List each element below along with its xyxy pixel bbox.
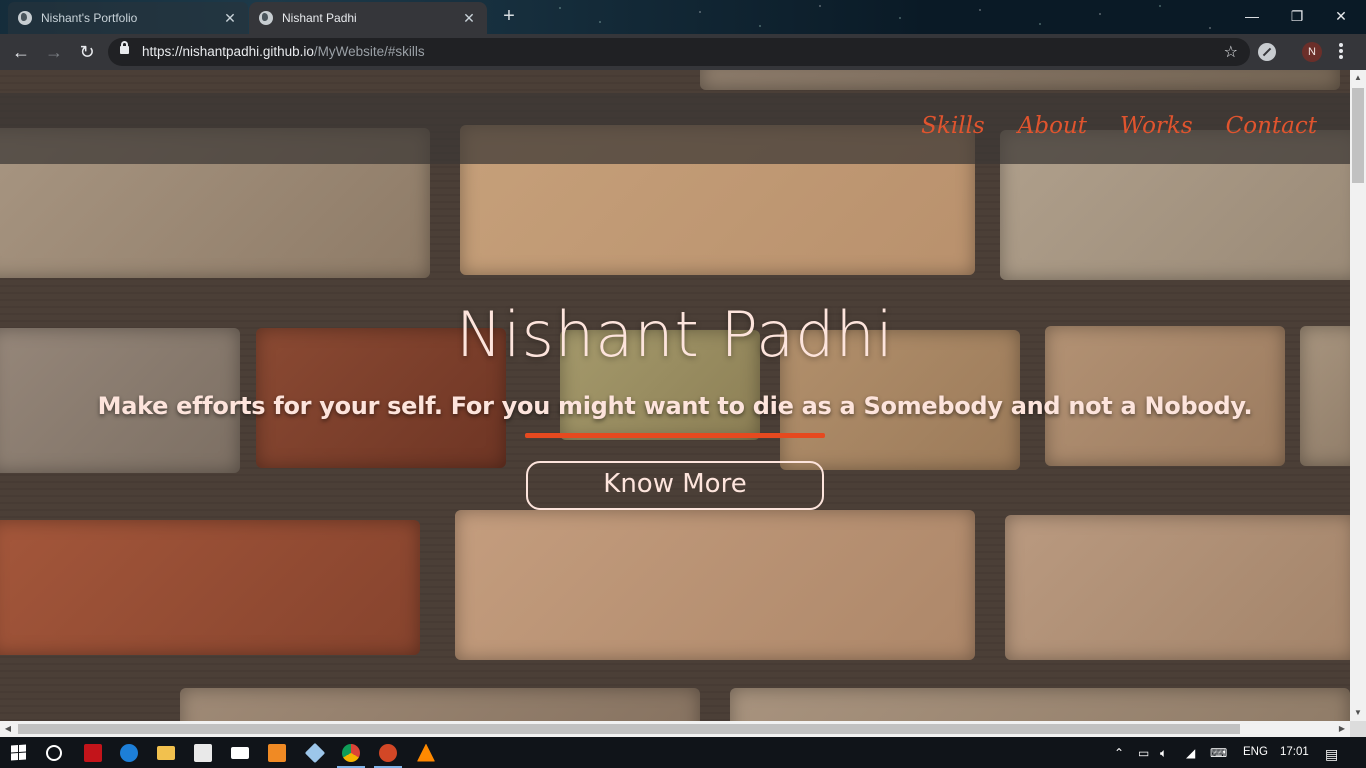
file-explorer-icon[interactable] — [148, 737, 184, 768]
profile-avatar[interactable]: N — [1302, 42, 1322, 62]
app-icon[interactable] — [297, 737, 333, 768]
vertical-scrollbar[interactable]: ▲ ▼ — [1350, 70, 1366, 721]
horizontal-scroll-thumb[interactable] — [18, 724, 1240, 734]
language-indicator[interactable]: ENG — [1243, 737, 1268, 768]
nav-link-about[interactable]: About — [1018, 113, 1087, 139]
address-bar[interactable]: https://nishantpadhi.github.io/MyWebsite… — [108, 38, 1250, 66]
brick — [0, 520, 420, 655]
url-path: /MyWebsite/#skills — [313, 44, 425, 59]
notifications-icon[interactable]: ▤ — [1325, 746, 1338, 763]
back-button[interactable]: ← — [9, 41, 33, 63]
browser-toolbar: ← → ↻ https://nishantpadhi.github.io/MyW… — [0, 34, 1366, 70]
horizontal-scrollbar[interactable]: ◀ ▶ — [0, 721, 1350, 737]
acrobat-icon[interactable] — [75, 737, 111, 768]
hero-title: Nishant Padhi — [456, 298, 894, 371]
start-icon[interactable] — [0, 737, 36, 768]
sublime-icon[interactable] — [259, 737, 295, 768]
volume-icon[interactable]: 🔈︎ — [1160, 746, 1167, 761]
scrollbar-corner — [1350, 721, 1366, 737]
forward-button[interactable]: → — [42, 41, 66, 63]
nav-link-contact[interactable]: Contact — [1226, 113, 1317, 139]
brick — [700, 70, 1340, 90]
browser-menu-icon[interactable] — [1334, 41, 1348, 63]
scroll-right-icon[interactable]: ▶ — [1334, 721, 1350, 737]
page-viewport: Skills About Works Contact Nishant Padhi… — [0, 70, 1350, 721]
accent-underline — [525, 433, 825, 438]
battery-icon[interactable]: ▭ — [1138, 746, 1149, 760]
scroll-up-icon[interactable]: ▲ — [1350, 70, 1366, 86]
tray-chevron-icon[interactable]: ⌃ — [1114, 746, 1124, 760]
nav-links: Skills About Works Contact — [921, 113, 1317, 139]
site-navbar: Skills About Works Contact — [0, 93, 1350, 164]
restore-button[interactable]: ❐ — [1275, 4, 1319, 28]
extension-icon[interactable] — [1258, 43, 1276, 61]
url-text[interactable]: https://nishantpadhi.github.io/MyWebsite… — [142, 44, 425, 59]
brick — [1005, 515, 1350, 660]
cortana-icon[interactable] — [36, 737, 72, 768]
close-tab-icon[interactable]: ✕ — [461, 10, 477, 27]
brick — [730, 688, 1350, 721]
reload-button[interactable]: ↻ — [75, 41, 99, 63]
tab-nishant-padhi[interactable]: Nishant Padhi ✕ — [249, 2, 487, 34]
new-tab-button[interactable]: + — [498, 6, 520, 28]
close-tab-icon[interactable]: ✕ — [222, 10, 238, 27]
keyboard-icon[interactable]: ⌨ — [1210, 746, 1227, 760]
scroll-left-icon[interactable]: ◀ — [0, 721, 16, 737]
nav-link-works[interactable]: Works — [1120, 113, 1193, 139]
globe-icon — [18, 11, 32, 25]
chrome-icon[interactable] — [333, 737, 369, 768]
edge-icon[interactable] — [111, 737, 147, 768]
url-host: https://nishantpadhi.github.io — [142, 44, 314, 59]
brick — [455, 510, 975, 660]
tab-nishants-portfolio[interactable]: Nishant's Portfolio ✕ — [8, 2, 248, 34]
windows-taskbar: ⌃ ▭ 🔈︎ ◢ ⌨ ENG 17:01 ▤ — [0, 737, 1366, 768]
clock[interactable]: 17:01 — [1280, 737, 1309, 768]
nav-link-skills[interactable]: Skills — [921, 113, 985, 139]
bookmark-star-icon[interactable]: ☆ — [1224, 42, 1238, 62]
vertical-scroll-thumb[interactable] — [1352, 88, 1364, 183]
know-more-button[interactable]: Know More — [526, 461, 824, 510]
tab-title: Nishant Padhi — [282, 11, 357, 25]
minimize-button[interactable]: — — [1230, 4, 1274, 28]
brick — [180, 688, 700, 721]
close-window-button[interactable]: ✕ — [1319, 4, 1363, 28]
store-icon[interactable] — [185, 737, 221, 768]
scroll-down-icon[interactable]: ▼ — [1350, 705, 1366, 721]
powerpoint-icon[interactable] — [370, 737, 406, 768]
tab-title: Nishant's Portfolio — [41, 11, 138, 25]
hero-tagline: Make efforts for your self. For you migh… — [97, 392, 1253, 420]
vlc-icon[interactable] — [408, 737, 444, 768]
mail-icon[interactable] — [222, 737, 258, 768]
globe-icon — [259, 11, 273, 25]
lock-icon — [120, 41, 129, 54]
wifi-icon[interactable]: ◢ — [1186, 746, 1195, 760]
tab-strip: Nishant's Portfolio ✕ Nishant Padhi ✕ + … — [0, 0, 1366, 34]
